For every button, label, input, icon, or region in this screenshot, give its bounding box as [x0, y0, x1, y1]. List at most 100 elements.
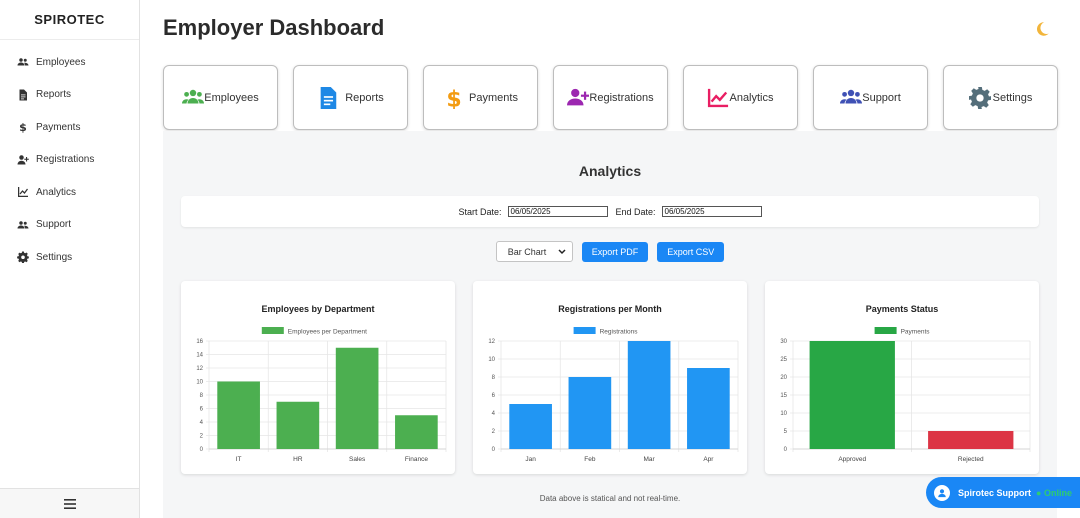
card-label: Reports: [345, 91, 384, 104]
employees-by-department-chart: Employees by Department Employees per Dep…: [196, 304, 447, 463]
data-disclaimer: Data above is statical and not real-time…: [539, 494, 681, 503]
gear-icon: [16, 251, 30, 264]
users-icon: [182, 87, 205, 109]
support-chat-widget[interactable]: Spirotec Support ● Online: [926, 477, 1080, 508]
y-tick-label: 2: [200, 434, 204, 440]
legend-label: Payments: [901, 329, 931, 336]
export-csv-button[interactable]: Export CSV: [657, 241, 725, 262]
sidebar-item-label: Reports: [36, 89, 72, 101]
bar: [809, 341, 895, 449]
y-tick-label: 0: [200, 447, 204, 453]
users-icon: [840, 87, 863, 109]
users-icon: [16, 56, 30, 68]
legend-swatch: [874, 327, 897, 334]
sidebar-item-label: Settings: [36, 251, 73, 263]
x-tick-label: Finance: [405, 456, 429, 463]
legend-label: Registrations: [600, 329, 639, 336]
y-tick-label: 2: [492, 429, 496, 435]
chart-line-icon: [707, 87, 729, 109]
bar: [568, 377, 612, 449]
sidebar-item-registrations[interactable]: Registrations: [0, 144, 139, 177]
y-tick-label: 6: [492, 393, 496, 399]
chevron-down-icon: [558, 248, 566, 254]
y-tick-label: 6: [200, 407, 204, 413]
chart-title: Registrations per Month: [558, 304, 662, 314]
support-icon: [934, 484, 950, 501]
card-label: Support: [862, 91, 901, 104]
legend-swatch: [261, 327, 284, 334]
y-tick-label: 10: [780, 411, 787, 417]
sidebar-nav: Employees Reports $ Payments Registratio…: [0, 40, 139, 274]
online-dot: ●: [1036, 487, 1042, 498]
quick-nav-cards: Employees Reports $ Payments Registratio…: [163, 65, 1058, 130]
sidebar-item-label: Analytics: [36, 186, 77, 198]
support-widget-label: Spirotec Support: [958, 487, 1032, 498]
y-tick-label: 20: [780, 375, 787, 381]
dollar-icon: $: [16, 121, 30, 133]
sidebar-item-payments[interactable]: $ Payments: [0, 111, 139, 144]
x-tick-label: Approved: [838, 456, 866, 463]
chart-title: Employees by Department: [261, 304, 374, 314]
sidebar-item-label: Employees: [36, 56, 86, 68]
sidebar-item-support[interactable]: Support: [0, 209, 139, 242]
bar: [276, 401, 320, 449]
card-support[interactable]: Support: [813, 65, 928, 130]
chart-type-select[interactable]: Bar Chart: [495, 241, 573, 262]
sidebar-toggle[interactable]: [0, 488, 139, 518]
chart-card-employees: Employees by Department Employees per Dep…: [181, 281, 455, 474]
y-tick-label: 16: [196, 339, 203, 345]
svg-text:$: $: [446, 87, 461, 109]
start-date-input[interactable]: 06/05/2025: [507, 206, 608, 217]
registrations-per-month-chart: Registrations per Month Registrations 0 2 4 6…: [488, 304, 739, 463]
y-tick-label: 25: [780, 357, 787, 363]
sidebar-item-employees[interactable]: Employees: [0, 46, 139, 79]
end-date-label: End Date:: [615, 206, 656, 217]
export-pdf-button[interactable]: Export PDF: [581, 241, 649, 262]
gear-icon: [968, 86, 991, 109]
y-tick-label: 10: [488, 357, 495, 363]
y-tick-label: 14: [196, 353, 203, 359]
user-plus-icon: [16, 154, 30, 166]
chart-line-icon: [16, 186, 30, 198]
y-tick-label: 10: [196, 380, 203, 386]
brand-logo[interactable]: SPIROTEC: [0, 0, 139, 40]
sidebar-item-settings[interactable]: Settings: [0, 241, 139, 274]
sidebar-item-label: Payments: [36, 121, 81, 133]
chart-card-registrations: Registrations per Month Registrations 0 2 4 6…: [473, 281, 747, 474]
chart-title: Payments Status: [866, 304, 939, 314]
bar: [335, 347, 379, 449]
end-date-input[interactable]: 06/05/2025: [661, 206, 762, 217]
file-icon: [317, 86, 339, 109]
bar: [217, 381, 260, 449]
card-label: Employees: [204, 91, 259, 104]
x-tick-label: HR: [293, 456, 303, 463]
card-analytics[interactable]: Analytics: [683, 65, 798, 130]
card-reports[interactable]: Reports: [293, 65, 408, 130]
sidebar: SPIROTEC Employees Reports $ Payments Re…: [0, 0, 140, 518]
card-label: Analytics: [729, 91, 774, 104]
svg-text:$: $: [19, 121, 27, 133]
online-status: ● Online: [1036, 488, 1072, 498]
card-label: Payments: [469, 91, 518, 104]
legend-swatch: [573, 327, 596, 334]
x-tick-label: Apr: [703, 456, 714, 463]
chart-card-payments: Payments Status Payments 0 5 10 15 20 25 30 Appro…: [765, 281, 1039, 474]
card-employees[interactable]: Employees: [163, 65, 278, 130]
card-registrations[interactable]: Registrations: [553, 65, 668, 130]
user-plus-icon: [567, 87, 590, 109]
moon-icon[interactable]: [1033, 20, 1051, 38]
card-payments[interactable]: $ Payments: [423, 65, 538, 130]
sidebar-item-analytics[interactable]: Analytics: [0, 176, 139, 209]
dollar-icon: $: [443, 87, 465, 109]
y-tick-label: 15: [780, 393, 787, 399]
card-label: Registrations: [589, 91, 654, 104]
y-tick-label: 12: [488, 339, 495, 345]
legend-label: Employees per Department: [288, 329, 367, 336]
sidebar-item-label: Registrations: [36, 154, 95, 166]
sidebar-item-reports[interactable]: Reports: [0, 79, 139, 112]
card-settings[interactable]: Settings: [943, 65, 1058, 130]
sidebar-item-label: Support: [36, 219, 72, 231]
start-date-label: Start Date:: [458, 206, 502, 217]
chart-type-value: Bar Chart: [507, 246, 547, 257]
main-content: Employer Dashboard Employees Reports $ P…: [140, 0, 1080, 518]
